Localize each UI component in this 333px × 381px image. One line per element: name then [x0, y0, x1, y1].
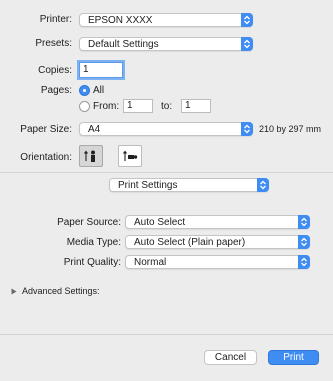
orientation-label: Orientation:: [20, 152, 72, 163]
paper-size-value: A4: [88, 124, 101, 135]
landscape-orientation-icon: [122, 148, 138, 167]
print-quality-label: Print Quality:: [63, 257, 121, 268]
print-dialog: { "printer": {"label": "Printer:", "valu…: [0, 0, 333, 381]
copies-label: Copies:: [38, 65, 72, 76]
pages-all-radio[interactable]: [79, 85, 90, 96]
presets-label: Presets:: [35, 38, 72, 49]
pages-from-radio[interactable]: [79, 101, 90, 112]
paper-source-label: Paper Source:: [57, 217, 121, 228]
updown-chevron-icon: [257, 178, 269, 192]
pages-to-label: to:: [161, 101, 173, 112]
updown-chevron-icon: [241, 37, 253, 51]
separator: [0, 172, 333, 173]
pages-from-label: From:: [93, 101, 120, 112]
portrait-button[interactable]: [79, 145, 103, 167]
copies-field[interactable]: 1: [79, 62, 123, 78]
printer-label: Printer:: [39, 14, 72, 25]
pages-all-label: All: [93, 85, 105, 96]
pages-label: Pages:: [40, 85, 72, 96]
printer-popup[interactable]: EPSON XXXX: [79, 13, 253, 27]
print-button[interactable]: Print: [268, 350, 319, 365]
updown-chevron-icon: [241, 122, 253, 136]
presets-value: Default Settings: [88, 39, 159, 50]
media-type-value: Auto Select (Plain paper): [134, 237, 246, 248]
print-quality-popup[interactable]: Normal: [125, 255, 310, 269]
paper-size-popup[interactable]: A4: [79, 122, 253, 136]
section-popup[interactable]: Print Settings: [109, 178, 269, 192]
portrait-orientation-icon: [83, 148, 99, 167]
presets-popup[interactable]: Default Settings: [79, 37, 253, 51]
separator: [0, 334, 333, 335]
advanced-settings-label: Advanced Settings:: [22, 286, 100, 296]
pages-to-field[interactable]: 1: [181, 99, 211, 113]
printer-value: EPSON XXXX: [88, 15, 153, 26]
paper-dimensions: 210 by 297 mm: [259, 124, 322, 134]
paper-size-label: Paper Size:: [20, 124, 72, 135]
paper-source-popup[interactable]: Auto Select: [125, 215, 310, 229]
updown-chevron-icon: [241, 13, 253, 27]
media-type-popup[interactable]: Auto Select (Plain paper): [125, 235, 310, 249]
print-quality-value: Normal: [134, 257, 167, 268]
landscape-button[interactable]: [118, 145, 142, 167]
updown-chevron-icon: [298, 215, 310, 229]
paper-source-value: Auto Select: [134, 217, 186, 228]
section-popup-value: Print Settings: [118, 180, 178, 191]
media-type-label: Media Type:: [66, 237, 121, 248]
updown-chevron-icon: [298, 255, 310, 269]
updown-chevron-icon: [298, 235, 310, 249]
disclosure-triangle-icon: [11, 287, 17, 298]
cancel-button[interactable]: Cancel: [204, 350, 257, 365]
pages-from-field[interactable]: 1: [123, 99, 153, 113]
